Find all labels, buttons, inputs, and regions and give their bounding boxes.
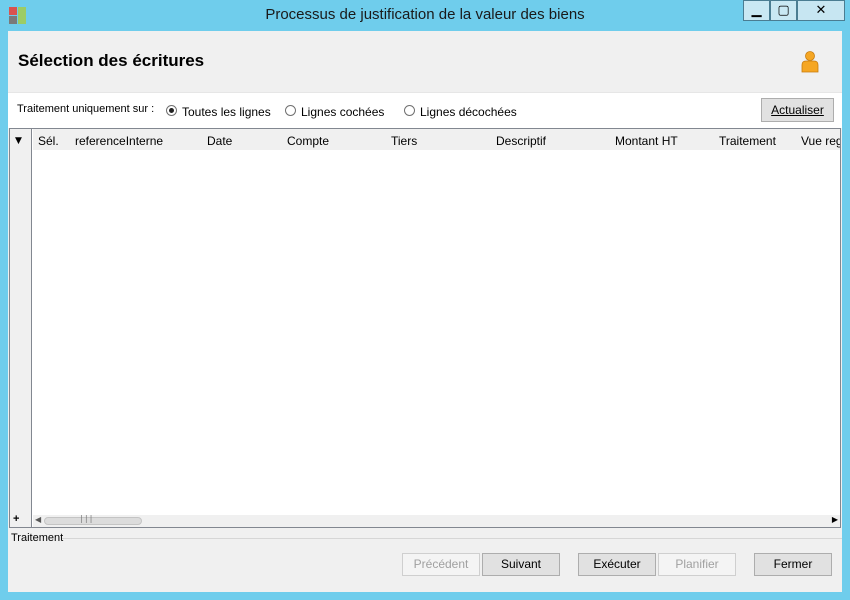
entries-grid[interactable]: ▼ Sél. referenceInterne Date Compte Tier… — [9, 128, 841, 528]
add-row-icon[interactable]: + — [13, 513, 19, 525]
previous-button[interactable]: Précédent — [402, 553, 480, 576]
column-header-amount-ht[interactable]: Montant HT — [615, 134, 678, 148]
column-header-processing[interactable]: Traitement — [719, 134, 776, 148]
maximize-button[interactable]: ▢ — [770, 0, 797, 21]
column-header-reference[interactable]: referenceInterne — [75, 134, 163, 148]
column-header-view[interactable]: Vue reg — [801, 134, 840, 148]
title-bar[interactable]: Processus de justification de la valeur … — [0, 0, 850, 30]
maximize-icon: ▢ — [777, 3, 790, 18]
close-window-button[interactable]: ✕ — [797, 0, 845, 21]
section-divider — [62, 538, 842, 539]
column-header-selection[interactable]: Sél. — [38, 134, 59, 148]
radio-unchecked-lines-label[interactable]: Lignes décochées — [420, 105, 517, 119]
scroll-left-icon[interactable]: ◀ — [35, 515, 41, 524]
horizontal-scrollbar[interactable]: + ◀ ||| ▶ — [13, 513, 840, 527]
minimize-button[interactable]: ▁ — [743, 0, 770, 21]
execute-button[interactable]: Exécuter — [578, 553, 656, 576]
close-button[interactable]: Fermer — [754, 553, 832, 576]
close-icon: ✕ — [815, 3, 827, 18]
radio-indicator[interactable] — [404, 105, 415, 116]
next-button[interactable]: Suivant — [482, 553, 560, 576]
column-header-third-party[interactable]: Tiers — [391, 134, 417, 148]
radio-all-lines-label[interactable]: Toutes les lignes — [182, 105, 271, 119]
column-header-date[interactable]: Date — [207, 134, 232, 148]
radio-checked-lines-label[interactable]: Lignes cochées — [301, 105, 384, 119]
window-title: Processus de justification de la valeur … — [265, 6, 585, 23]
scroll-grip-icon: ||| — [79, 514, 94, 523]
radio-indicator[interactable] — [166, 105, 177, 116]
column-header-description[interactable]: Descriptif — [496, 134, 546, 148]
processing-options: Traitement uniquement sur : Toutes les l… — [8, 92, 842, 128]
grid-body[interactable] — [33, 150, 840, 515]
column-chooser-icon[interactable]: ▼ — [15, 136, 22, 146]
refresh-button-label: Actualiser — [771, 103, 824, 117]
radio-indicator[interactable] — [285, 105, 296, 116]
row-header-column: ▼ — [10, 129, 32, 527]
minimize-icon: ▁ — [751, 3, 762, 18]
user-icon[interactable] — [800, 51, 820, 73]
page-title: Sélection des écritures — [18, 51, 205, 70]
grid-header: Sél. referenceInterne Date Compte Tiers … — [33, 129, 840, 150]
scroll-right-icon[interactable]: ▶ — [832, 515, 838, 524]
header-band: Sélection des écritures — [8, 31, 842, 92]
schedule-button[interactable]: Planifier — [658, 553, 736, 576]
app-window: Processus de justification de la valeur … — [0, 0, 850, 600]
column-header-account[interactable]: Compte — [287, 134, 329, 148]
processing-section-label: Traitement — [11, 532, 64, 544]
refresh-button[interactable]: Actualiser — [761, 98, 834, 122]
client-area: Sélection des écritures Traitement uniqu… — [8, 31, 842, 592]
processing-scope-label: Traitement uniquement sur : — [17, 103, 155, 115]
